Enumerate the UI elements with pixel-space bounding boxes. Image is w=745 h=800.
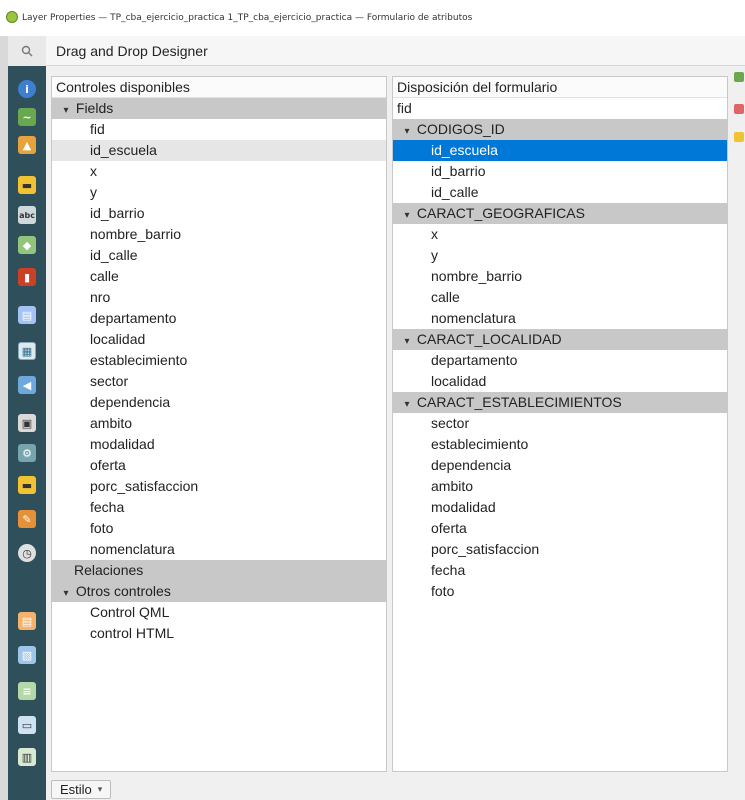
tree-item[interactable]: nomenclatura (52, 539, 386, 560)
layout-item[interactable]: id_barrio (393, 161, 727, 182)
available-controls-panel: Controles disponibles ▾ Fields fid id_es… (51, 76, 387, 772)
tree-item[interactable]: x (52, 161, 386, 182)
form-layout-heading: Disposición del formulario (393, 77, 727, 98)
tree-item[interactable]: nombre_barrio (52, 224, 386, 245)
tree-group-fields[interactable]: ▾ Fields (52, 98, 386, 119)
tree-item[interactable]: foto (52, 518, 386, 539)
layout-item[interactable]: calle (393, 287, 727, 308)
layout-item[interactable]: sector (393, 413, 727, 434)
layout-item[interactable]: localidad (393, 371, 727, 392)
layout-group-caract-localidad[interactable]: ▾ CARACT_LOCALIDAD (393, 329, 727, 350)
layout-item[interactable]: porc_satisfaccion (393, 539, 727, 560)
layout-item[interactable]: id_calle (393, 182, 727, 203)
actions-icon[interactable]: ⚙ (18, 444, 36, 462)
tree-item[interactable]: fecha (52, 497, 386, 518)
chevron-down-icon[interactable]: ▾ (60, 100, 72, 121)
layout-item[interactable]: modalidad (393, 497, 727, 518)
footer-bar: Estilo ▾ (51, 778, 112, 800)
chevron-down-icon[interactable]: ▾ (401, 394, 413, 415)
diagrams-icon[interactable]: ▮ (18, 268, 36, 286)
layout-item[interactable]: oferta (393, 518, 727, 539)
masks-icon[interactable]: abc (18, 206, 36, 224)
qgis-logo-icon (6, 11, 18, 23)
layout-item[interactable]: departamento (393, 350, 727, 371)
symbology-icon[interactable]: ▲ (18, 136, 36, 154)
layout-item[interactable]: x (393, 224, 727, 245)
information-icon[interactable]: i (18, 80, 36, 98)
layout-item[interactable]: establecimiento (393, 434, 727, 455)
layout-item[interactable]: fid (393, 98, 727, 119)
tree-item[interactable]: y (52, 182, 386, 203)
tree-item[interactable]: id_barrio (52, 203, 386, 224)
legend-icon[interactable]: ▭ (18, 716, 36, 734)
layout-item[interactable]: nombre_barrio (393, 266, 727, 287)
joins-icon[interactable]: ◀ (18, 376, 36, 394)
layout-toolbar (733, 70, 745, 170)
chevron-down-icon[interactable]: ▾ (401, 121, 413, 142)
rendering-icon[interactable]: ✎ (18, 510, 36, 528)
display-icon[interactable]: ▬ (18, 476, 36, 494)
available-controls-heading: Controles disponibles (52, 77, 386, 98)
fields-icon[interactable]: ▤ (18, 306, 36, 324)
tree-item[interactable]: Control QML (52, 602, 386, 623)
tree-group-other-controls[interactable]: ▾ Otros controles (52, 581, 386, 602)
server-icon[interactable]: ▥ (18, 748, 36, 766)
window-titlebar: Layer Properties — TP_cba_ejercicio_prac… (0, 0, 745, 36)
properties-sidebar: i ~ ▲ ▬ abc ◆ ▮ ▤ ▦ ◀ ▣ ⚙ ▬ ✎ ◷ ▤ ▧ ≡ ▭ … (8, 36, 46, 800)
dependencies-icon[interactable]: ≡ (18, 682, 36, 700)
metadata-icon[interactable]: ▧ (18, 646, 36, 664)
layout-group-codigos-id[interactable]: ▾ CODIGOS_ID (393, 119, 727, 140)
tree-item[interactable]: modalidad (52, 434, 386, 455)
layout-item[interactable]: foto (393, 581, 727, 602)
chevron-down-icon: ▾ (97, 783, 103, 794)
tree-item[interactable]: id_escuela (52, 140, 386, 161)
tree-item[interactable]: nro (52, 287, 386, 308)
add-container-icon[interactable] (734, 72, 744, 82)
window-left-edge (0, 36, 8, 800)
tree-item[interactable]: sector (52, 371, 386, 392)
tree-item[interactable]: departamento (52, 308, 386, 329)
tree-item[interactable]: id_calle (52, 245, 386, 266)
temporal-icon[interactable]: ◷ (18, 544, 36, 562)
sidebar-search[interactable] (8, 36, 46, 66)
layout-group-caract-establecimientos[interactable]: ▾ CARACT_ESTABLECIMIENTOS (393, 392, 727, 413)
tree-item[interactable]: porc_satisfaccion (52, 476, 386, 497)
layout-item[interactable]: nomenclatura (393, 308, 727, 329)
tree-item[interactable]: localidad (52, 329, 386, 350)
tree-item[interactable]: control HTML (52, 623, 386, 644)
chevron-down-icon[interactable]: ▾ (60, 583, 72, 604)
tree-group-relations[interactable]: Relaciones (52, 560, 386, 581)
edit-item-icon[interactable] (734, 132, 744, 142)
layout-item[interactable]: fecha (393, 560, 727, 581)
labels-icon[interactable]: ▬ (18, 176, 36, 194)
designer-title: Drag and Drop Designer (56, 42, 208, 59)
chevron-down-icon[interactable]: ▾ (401, 205, 413, 226)
window-title: Layer Properties — TP_cba_ejercicio_prac… (22, 13, 473, 23)
tree-item[interactable]: fid (52, 119, 386, 140)
tree-item[interactable]: oferta (52, 455, 386, 476)
source-icon[interactable]: ~ (18, 108, 36, 126)
designer-header: Drag and Drop Designer (46, 36, 745, 66)
style-menu-button[interactable]: Estilo ▾ (51, 779, 112, 799)
search-icon (21, 45, 33, 57)
tree-item[interactable]: establecimiento (52, 350, 386, 371)
3d-view-icon[interactable]: ◆ (18, 236, 36, 254)
tree-item[interactable]: ambito (52, 413, 386, 434)
tree-item[interactable]: calle (52, 266, 386, 287)
layout-item[interactable]: y (393, 245, 727, 266)
form-layout-panel: Disposición del formulario fid ▾ CODIGOS… (392, 76, 728, 772)
layout-item-selected[interactable]: id_escuela (393, 140, 727, 161)
layout-group-caract-geograficas[interactable]: ▾ CARACT_GEOGRAFICAS (393, 203, 727, 224)
attributes-form-icon[interactable]: ▦ (18, 342, 36, 360)
style-label: Estilo (60, 781, 92, 797)
remove-item-icon[interactable] (734, 104, 744, 114)
layout-item[interactable]: dependencia (393, 455, 727, 476)
chevron-down-icon[interactable]: ▾ (401, 331, 413, 352)
layout-item[interactable]: ambito (393, 476, 727, 497)
auxiliary-storage-icon[interactable]: ▣ (18, 414, 36, 432)
tree-item[interactable]: dependencia (52, 392, 386, 413)
variables-icon[interactable]: ▤ (18, 612, 36, 630)
